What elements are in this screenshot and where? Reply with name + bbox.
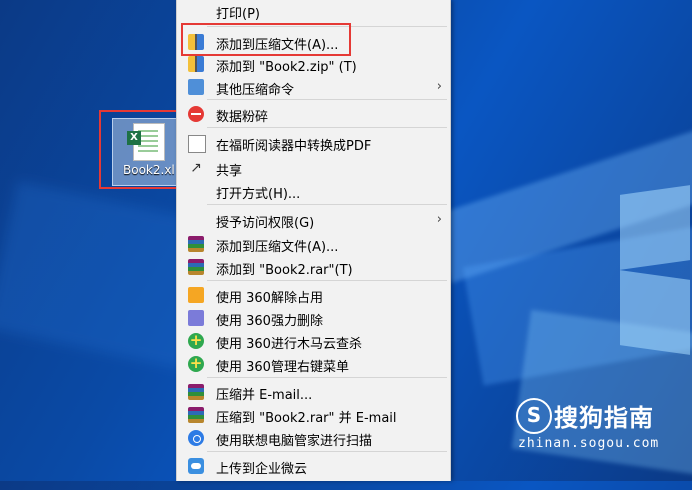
menu-item-label: 授予访问权限(G) [216, 216, 315, 231]
menu-item-label: 添加到 "Book2.rar"(T) [216, 263, 353, 278]
menu-item-360-unlock[interactable]: 使用 360解除占用 [177, 284, 450, 306]
winrar-icon [188, 407, 204, 423]
winrar-icon [188, 259, 204, 275]
cloud-icon [188, 458, 204, 474]
winrar-icon [188, 384, 204, 400]
menu-item-label: 共享 [216, 164, 243, 179]
menu-item-open-with[interactable]: 打开方式(H)... [177, 180, 450, 202]
menu-item-label: 打开方式(H)... [216, 187, 301, 202]
menu-item-label: 在福昕阅读器中转换成PDF [216, 139, 372, 154]
menu-item-label: 使用 360强力删除 [216, 314, 323, 329]
menu-item-360-manage-menu[interactable]: 使用 360管理右键菜单 [177, 353, 450, 375]
menu-item-label: 上传到企业微云 [216, 462, 308, 477]
shred-icon [188, 106, 204, 122]
menu-separator [207, 127, 447, 128]
menu-item-share[interactable]: ↗ 共享 [177, 157, 450, 179]
menu-item-label: 使用 360管理右键菜单 [216, 360, 349, 375]
pdf-icon [188, 135, 206, 153]
menu-item-grant-access[interactable]: 授予访问权限(G) › [177, 209, 450, 231]
archive-zip-icon [188, 56, 204, 72]
sogou-logo-icon: S [516, 398, 552, 434]
context-menu: 打印(P) 添加到压缩文件(A)... 添加到 "Book2.zip" (T) … [176, 0, 451, 481]
menu-item-compress-email[interactable]: 压缩并 E-mail... [177, 381, 450, 403]
menu-item-lenovo-scan[interactable]: 使用联想电脑管家进行扫描 [177, 427, 450, 449]
360-delete-icon [188, 310, 204, 326]
menu-item-label: 使用 360解除占用 [216, 291, 323, 306]
share-icon: ↗ [190, 160, 202, 176]
menu-item-add-to-book2-zip[interactable]: 添加到 "Book2.zip" (T) [177, 53, 450, 75]
highlight-box-add-to-archive [181, 23, 351, 56]
submenu-arrow-icon: › [436, 212, 442, 227]
menu-separator [207, 451, 447, 452]
menu-item-compress-to-book2-rar-email[interactable]: 压缩到 "Book2.rar" 并 E-mail [177, 404, 450, 426]
menu-separator [207, 377, 447, 378]
360-security-icon [188, 354, 204, 372]
watermark-url: zhinan.sogou.com [518, 436, 660, 451]
submenu-arrow-icon: › [436, 79, 442, 94]
windows-logo-icon [600, 185, 690, 360]
menu-item-360-force-delete[interactable]: 使用 360强力删除 [177, 307, 450, 329]
menu-item-label: 压缩到 "Book2.rar" 并 E-mail [216, 411, 397, 426]
lenovo-scan-icon [188, 430, 204, 446]
menu-item-label: 使用 360进行木马云查杀 [216, 337, 362, 352]
menu-item-label: 打印(P) [216, 7, 260, 22]
menu-item-label: 压缩并 E-mail... [216, 388, 313, 403]
menu-item-label: 添加到压缩文件(A)... [216, 240, 339, 255]
menu-separator [207, 204, 447, 205]
360-unlock-icon [188, 287, 204, 303]
menu-item-convert-pdf[interactable]: 在福昕阅读器中转换成PDF [177, 132, 450, 154]
menu-item-label: 使用联想电脑管家进行扫描 [216, 434, 373, 449]
menu-separator [207, 280, 447, 281]
menu-item-winrar-add-to-archive[interactable]: 添加到压缩文件(A)... [177, 233, 450, 255]
menu-item-upload-weiyun[interactable]: 上传到企业微云 [177, 455, 450, 477]
360-security-icon [188, 331, 204, 349]
menu-item-label: 数据粉碎 [216, 110, 269, 125]
watermark-name: 搜狗指南 [554, 404, 654, 432]
menu-item-winrar-add-to-book2-rar[interactable]: 添加到 "Book2.rar"(T) [177, 256, 450, 278]
menu-item-360-trojan-scan[interactable]: 使用 360进行木马云查杀 [177, 330, 450, 352]
menu-item-label: 其他压缩命令 [216, 83, 295, 98]
menu-item-label: 添加到 "Book2.zip" (T) [216, 60, 357, 75]
menu-item-other-compress-commands[interactable]: 其他压缩命令 › [177, 76, 450, 98]
archive-folder-icon [188, 79, 204, 95]
menu-item-print[interactable]: 打印(P) [177, 0, 450, 22]
menu-item-data-shred[interactable]: 数据粉碎 [177, 103, 450, 125]
winrar-icon [188, 236, 204, 252]
menu-separator [207, 99, 447, 100]
